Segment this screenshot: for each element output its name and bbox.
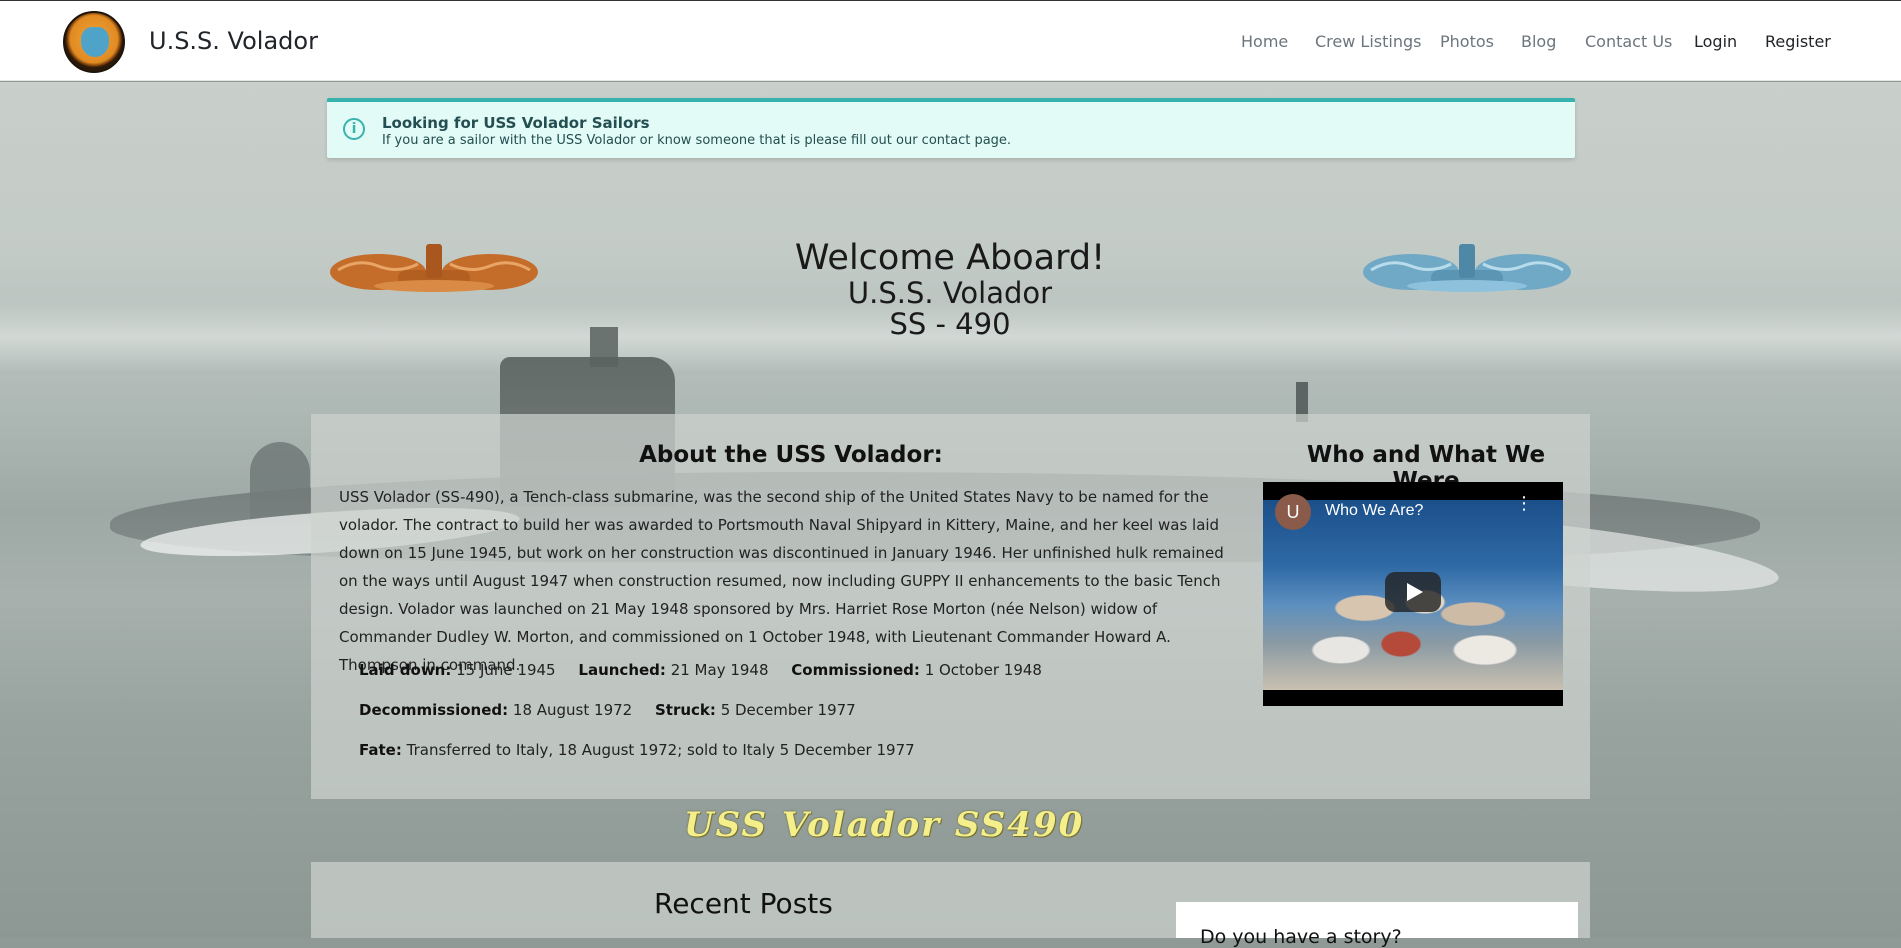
laid-down-value: 15 June 1945 [456,661,556,679]
welcome-hull-number: SS - 490 [889,307,1011,341]
launched-label: Launched: [578,661,666,679]
video-embed[interactable]: U Who We Are? ⋮ [1263,482,1563,706]
video-title[interactable]: Who We Are? [1325,502,1423,520]
facts-row-3: Fate: Transferred to Italy, 18 August 19… [359,741,933,759]
alert-title: Looking for USS Volador Sailors [382,114,650,132]
gold-dolphins-insignia-icon [330,244,538,292]
alert-text: If you are a sailor with the USS Volador… [382,133,1012,148]
nav-login[interactable]: Login [1694,32,1737,51]
channel-avatar[interactable]: U [1275,494,1311,530]
facts-row-2: Decommissioned: 18 August 1972 Struck: 5… [359,701,874,719]
play-icon[interactable] [1385,572,1441,612]
more-vert-icon[interactable]: ⋮ [1515,495,1533,513]
nav-blog[interactable]: Blog [1521,32,1556,51]
story-card: Do you have a story? [1176,902,1578,948]
welcome-ship-name: U.S.S. Volador [847,276,1053,310]
fate-value: Transferred to Italy, 18 August 1972; so… [406,741,915,759]
story-card-title: Do you have a story? [1200,926,1402,948]
nav-photos[interactable]: Photos [1440,32,1494,51]
struck-label: Struck: [654,701,716,719]
fate-label: Fate: [359,741,402,759]
struck-value: 5 December 1977 [720,701,856,719]
decommissioned-label: Decommissioned: [359,701,509,719]
about-text: USS Volador (SS-490), a Tench-class subm… [339,488,1224,674]
commissioned-value: 1 October 1948 [924,661,1042,679]
recent-posts-title: Recent Posts [654,887,833,920]
info-alert: i Looking for USS Volador Sailors If you… [327,98,1575,158]
nav-register[interactable]: Register [1765,32,1831,51]
nav-home[interactable]: Home [1241,32,1288,51]
about-panel: About the USS Volador: USS Volador (SS-4… [311,414,1590,799]
nav-contact-us[interactable]: Contact Us [1585,32,1672,51]
welcome-heading: Welcome Aboard! U.S.S. Volador SS - 490 [700,238,1200,340]
navbar: U.S.S. Volador Home Crew Listings Photos… [0,0,1901,81]
info-icon: i [343,118,365,140]
volador-banner: USS Volador SS490 [684,805,1085,845]
decommissioned-value: 18 August 1972 [512,701,633,719]
about-title: About the USS Volador: [639,442,943,468]
brand-title[interactable]: U.S.S. Volador [149,27,318,55]
laid-down-label: Laid down: [359,661,452,679]
welcome-title: Welcome Aboard! [794,238,1106,278]
facts-row-1: Laid down: 15 June 1945 Launched: 21 May… [359,661,1060,679]
silver-dolphins-insignia-icon [1363,244,1571,292]
ship-logo[interactable] [63,11,125,73]
launched-value: 21 May 1948 [670,661,769,679]
commissioned-label: Commissioned: [791,661,920,679]
nav-crew-listings[interactable]: Crew Listings [1315,32,1421,51]
